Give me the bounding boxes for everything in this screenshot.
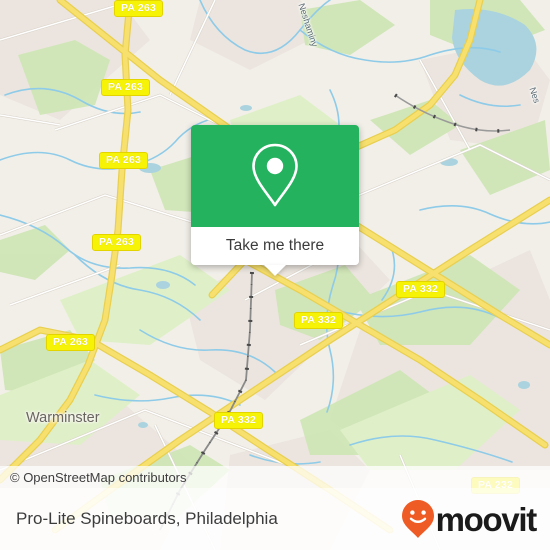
popup-header: [191, 125, 359, 227]
popup-action-bar[interactable]: Take me there: [191, 227, 359, 276]
road-shield: PA 263: [46, 334, 96, 351]
map-pin-icon: [252, 143, 298, 207]
take-me-there-label: Take me there: [225, 237, 325, 254]
moovit-pin-smiley-icon: [401, 500, 434, 538]
place-label-warminster: Warminster: [26, 410, 100, 426]
road-shield: PA 263: [99, 152, 149, 169]
road-shield: PA 263: [114, 0, 164, 17]
moovit-logo[interactable]: moovit: [401, 499, 538, 539]
popup-tail: [264, 265, 286, 276]
location-title: Pro-Lite Spineboards, Philadelphia: [16, 509, 278, 528]
road-shield: PA 332: [294, 312, 344, 329]
road-shield: PA 332: [396, 281, 446, 298]
footer-bar: Pro-Lite Spineboards, Philadelphia moovi…: [0, 488, 550, 550]
map-screenshot: PA 263 PA 263 PA 263 PA 263 PA 263 PA 33…: [0, 0, 550, 550]
map-attribution-bar: © OpenStreetMap contributors: [0, 466, 550, 488]
moovit-wordmark: moovit: [435, 500, 538, 538]
osm-attribution-text: © OpenStreetMap contributors: [10, 469, 187, 485]
location-popup-card[interactable]: Take me there: [191, 125, 359, 276]
road-shield: PA 332: [214, 412, 264, 429]
road-shield: PA 263: [92, 234, 142, 251]
road-shield: PA 263: [101, 79, 151, 96]
